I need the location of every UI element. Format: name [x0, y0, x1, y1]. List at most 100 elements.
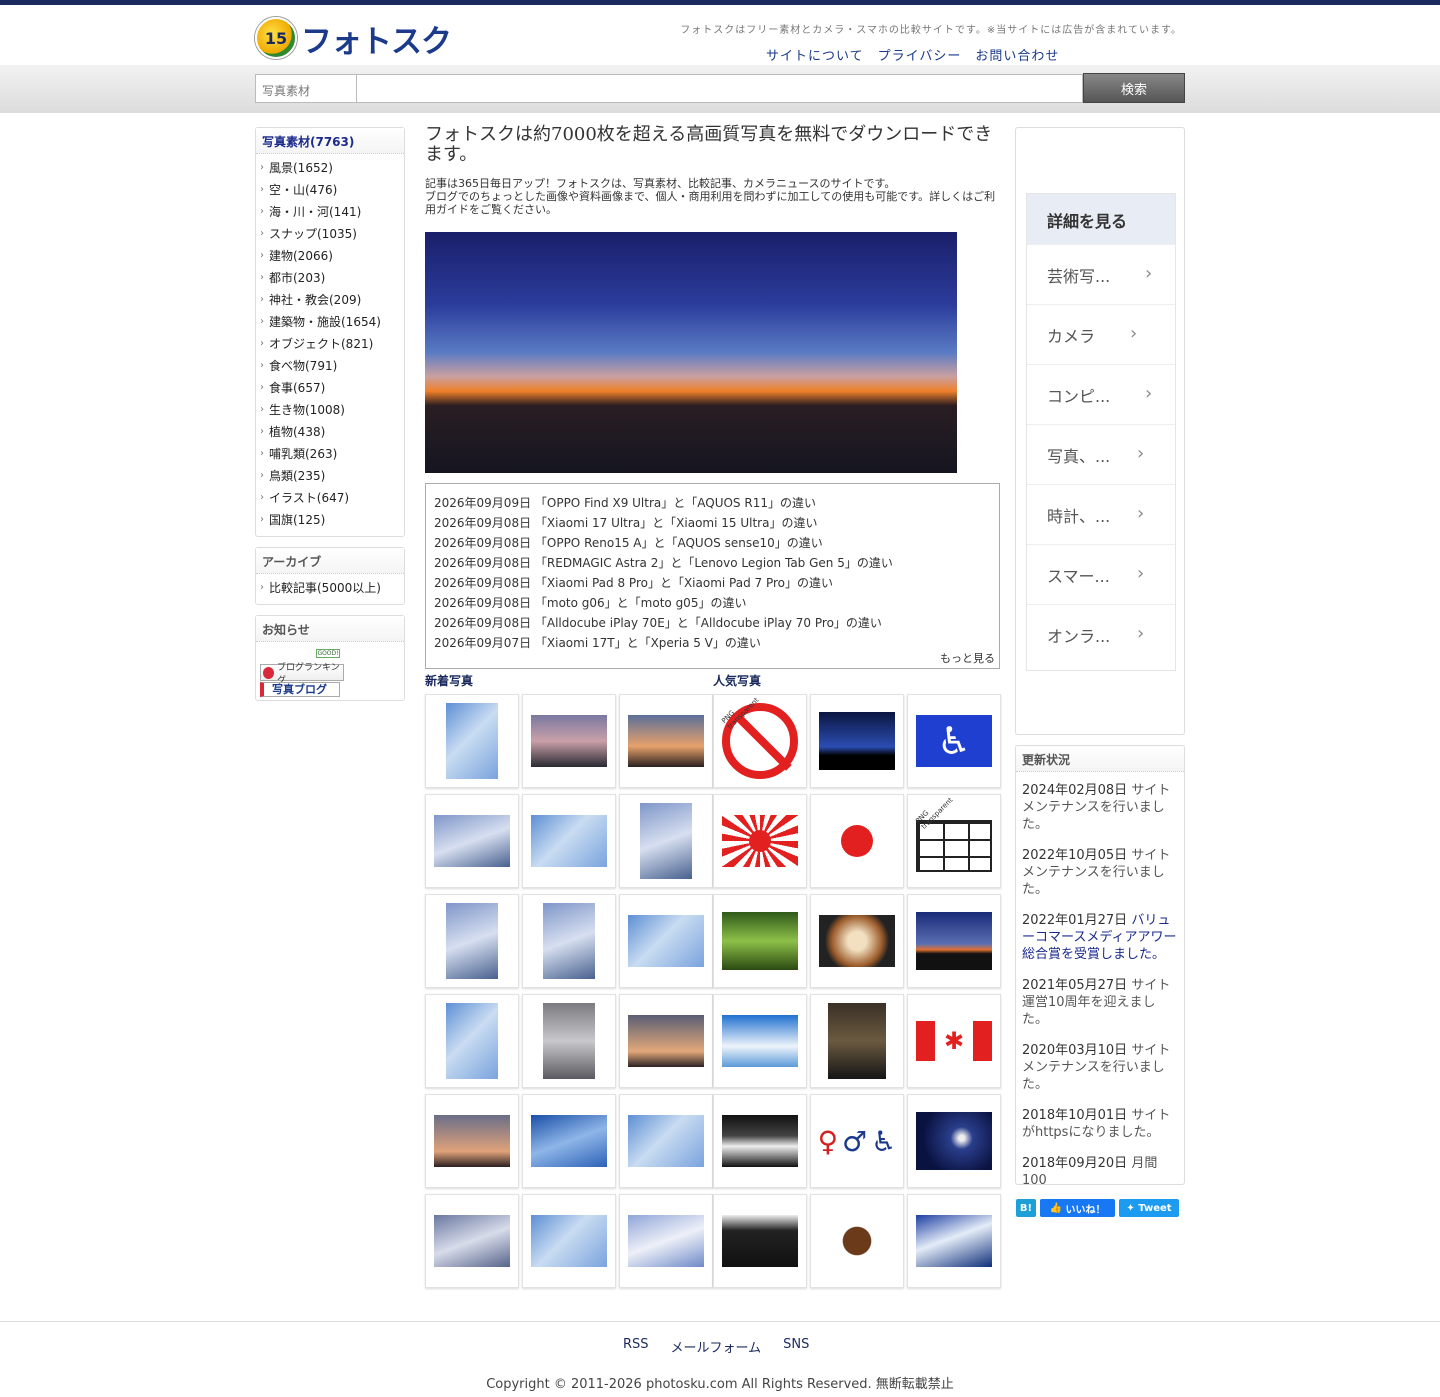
- search-button[interactable]: 検索: [1083, 73, 1185, 103]
- ad-item[interactable]: 写真、... ›: [1027, 424, 1175, 484]
- chevron-right-icon: ›: [260, 183, 264, 195]
- news-item[interactable]: 2026年09月09日 「OPPO Find X9 Ultra」と「AQUOS …: [434, 494, 991, 514]
- nav-about[interactable]: サイトについて: [766, 45, 864, 64]
- category-item[interactable]: › 神社・教会(209): [260, 288, 404, 310]
- popular-photo-thumbnail[interactable]: [713, 894, 807, 988]
- new-photo-thumbnail[interactable]: [619, 794, 713, 888]
- news-item[interactable]: 2026年09月08日 「moto g06」と「moto g05」の違い: [434, 594, 991, 614]
- rising-sun-flag-icon: [722, 815, 798, 867]
- footer-mailform-link[interactable]: メールフォーム: [671, 1337, 762, 1356]
- category-item[interactable]: › 哺乳類(263): [260, 442, 404, 464]
- update-entry: 2022年10月05日 サイトメンテナンスを行いました。: [1022, 847, 1178, 898]
- new-photo-thumbnail[interactable]: [619, 1094, 713, 1188]
- category-item[interactable]: › 食事(657): [260, 376, 404, 398]
- new-photo-thumbnail[interactable]: [522, 1094, 616, 1188]
- new-photo-thumbnail[interactable]: [619, 994, 713, 1088]
- popular-photo-thumbnail[interactable]: [907, 1094, 1001, 1188]
- good-badge[interactable]: GOOD!: [316, 649, 340, 658]
- popular-photo-thumbnail[interactable]: [810, 1194, 904, 1288]
- new-photo-thumbnail[interactable]: [619, 894, 713, 988]
- popular-photo-thumbnail[interactable]: [810, 694, 904, 788]
- photo-blog-banner[interactable]: 写真ブログ: [260, 682, 340, 697]
- category-item[interactable]: › 鳥類(235): [260, 464, 404, 486]
- new-photo-thumbnail[interactable]: [425, 894, 519, 988]
- news-more-link[interactable]: もっと見る: [940, 650, 995, 666]
- ad-item-label: カメラ: [1047, 327, 1096, 346]
- category-label: 生き物(1008): [269, 402, 345, 417]
- photo-image: [543, 1003, 595, 1079]
- hero-photo[interactable]: [425, 232, 957, 473]
- ad-item[interactable]: 芸術写... ›: [1027, 244, 1175, 304]
- new-photo-thumbnail[interactable]: [522, 894, 616, 988]
- category-item[interactable]: › 食べ物(791): [260, 354, 404, 376]
- archive-item-compare[interactable]: › 比較記事(5000以上): [260, 576, 404, 598]
- popular-photo-thumbnail[interactable]: ♀ ♂ ♿: [810, 1094, 904, 1188]
- category-item[interactable]: › 植物(438): [260, 420, 404, 442]
- chevron-right-icon: ›: [1145, 263, 1153, 284]
- category-item[interactable]: › イラスト(647): [260, 486, 404, 508]
- like-button[interactable]: 👍 いいね！: [1040, 1199, 1115, 1217]
- news-item[interactable]: 2026年09月08日 「Xiaomi 17 Ultra」と「Xiaomi 15…: [434, 514, 991, 534]
- footer-sns-link[interactable]: SNS: [783, 1337, 809, 1356]
- ad-item[interactable]: スマー... ›: [1027, 544, 1175, 604]
- popular-photo-thumbnail[interactable]: PNG transparent: [907, 794, 1001, 888]
- new-photo-thumbnail[interactable]: [425, 1194, 519, 1288]
- new-photo-thumbnail[interactable]: [619, 694, 713, 788]
- new-photo-thumbnail[interactable]: [425, 994, 519, 1088]
- popular-photo-thumbnail[interactable]: ♿: [907, 694, 1001, 788]
- new-photo-thumbnail[interactable]: [522, 794, 616, 888]
- popular-photo-thumbnail[interactable]: [713, 1094, 807, 1188]
- search-category-select[interactable]: 写真素材: [255, 74, 357, 103]
- news-item[interactable]: 2026年09月08日 「Xiaomi Pad 8 Pro」と「Xiaomi P…: [434, 574, 991, 594]
- popular-photo-thumbnail[interactable]: ✱: [907, 994, 1001, 1088]
- new-photo-thumbnail[interactable]: [619, 1194, 713, 1288]
- search-input[interactable]: [357, 74, 1083, 103]
- new-photo-thumbnail[interactable]: [425, 794, 519, 888]
- news-item[interactable]: 2026年09月08日 「Alldocube iPlay 70E」と「Alldo…: [434, 614, 991, 634]
- category-item[interactable]: › スナップ(1035): [260, 222, 404, 244]
- new-photo-thumbnail[interactable]: [522, 694, 616, 788]
- ad-item[interactable]: 時計、... ›: [1027, 484, 1175, 544]
- category-item[interactable]: › 都市(203): [260, 266, 404, 288]
- category-item[interactable]: › 空・山(476): [260, 178, 404, 200]
- news-item[interactable]: 2026年09月08日 「OPPO Reno15 A」と「AQUOS sense…: [434, 534, 991, 554]
- popular-photo-thumbnail[interactable]: [810, 894, 904, 988]
- popular-photo-thumbnail[interactable]: [810, 794, 904, 888]
- photo-image: [722, 912, 798, 970]
- new-photo-thumbnail[interactable]: [425, 694, 519, 788]
- new-photo-thumbnail[interactable]: [425, 1094, 519, 1188]
- ad-item[interactable]: オンラ... ›: [1027, 604, 1175, 664]
- blog-ranking-banner[interactable]: ブログランキング: [260, 663, 344, 686]
- ad-head[interactable]: 詳細を見る: [1027, 194, 1175, 244]
- category-item[interactable]: › 国旗(125): [260, 508, 404, 530]
- popular-photo-thumbnail[interactable]: [907, 894, 1001, 988]
- news-item[interactable]: 2026年09月08日 「REDMAGIC Astra 2」と「Lenovo L…: [434, 554, 991, 574]
- ad-item[interactable]: カメラ ›: [1027, 304, 1175, 364]
- popular-photo-thumbnail[interactable]: [713, 794, 807, 888]
- new-photo-thumbnail[interactable]: [522, 1194, 616, 1288]
- popular-photo-thumbnail[interactable]: [713, 1194, 807, 1288]
- nav-contact[interactable]: お問い合わせ: [975, 45, 1059, 64]
- ad-item[interactable]: コンピ... ›: [1027, 364, 1175, 424]
- ad-item-label: スマー...: [1047, 567, 1110, 586]
- new-photo-thumbnail[interactable]: [522, 994, 616, 1088]
- site-logo[interactable]: 15 フォトスク: [255, 17, 455, 60]
- photo-image: [628, 1115, 704, 1167]
- category-item[interactable]: › 海・川・河(141): [260, 200, 404, 222]
- hatena-bookmark-button[interactable]: B!: [1016, 1199, 1036, 1217]
- popular-photo-thumbnail[interactable]: [810, 994, 904, 1088]
- news-item[interactable]: 2026年09月07日 「Xiaomi 17T」と「Xperia 5 V」の違い: [434, 634, 991, 654]
- category-item[interactable]: › 風景(1652): [260, 156, 404, 178]
- popular-photo-thumbnail[interactable]: PNG transparent: [713, 694, 807, 788]
- category-title[interactable]: 写真素材(7763): [256, 128, 404, 154]
- category-item[interactable]: › オブジェクト(821): [260, 332, 404, 354]
- tweet-button[interactable]: ✦ Tweet: [1119, 1199, 1179, 1217]
- popular-photo-thumbnail[interactable]: [713, 994, 807, 1088]
- category-item[interactable]: › 生き物(1008): [260, 398, 404, 420]
- category-item[interactable]: › 建築物・施設(1654): [260, 310, 404, 332]
- nav-privacy[interactable]: プライバシー: [878, 45, 962, 64]
- news-list: 2026年09月09日 「OPPO Find X9 Ultra」と「AQUOS …: [425, 483, 1000, 669]
- popular-photo-thumbnail[interactable]: [907, 1194, 1001, 1288]
- footer-rss-link[interactable]: RSS: [623, 1337, 649, 1356]
- category-item[interactable]: › 建物(2066): [260, 244, 404, 266]
